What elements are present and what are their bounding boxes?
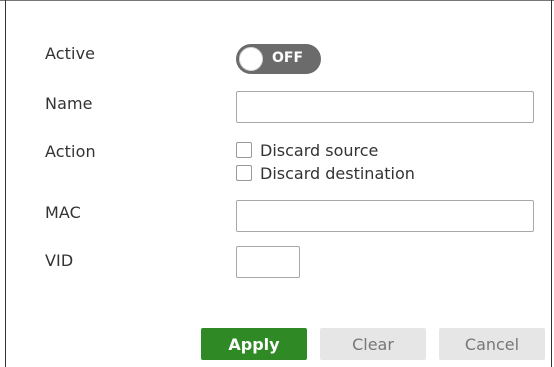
top-border xyxy=(0,0,554,1)
static-mac-forwarding-form: Active OFF Name Action Discard source Di… xyxy=(0,0,554,367)
action-label: Action xyxy=(45,142,96,161)
discard-destination-label: Discard destination xyxy=(260,163,415,183)
discard-source-label: Discard source xyxy=(260,140,379,160)
apply-button[interactable]: Apply xyxy=(201,328,307,360)
discard-source-checkbox[interactable] xyxy=(236,142,252,158)
active-label: Active xyxy=(45,44,96,63)
toggle-knob xyxy=(239,47,263,71)
clear-button[interactable]: Clear xyxy=(320,328,426,360)
name-input[interactable] xyxy=(236,91,534,123)
discard-destination-option[interactable]: Discard destination xyxy=(236,163,415,183)
right-border xyxy=(551,0,552,367)
mac-input[interactable] xyxy=(236,200,534,232)
name-label: Name xyxy=(45,94,93,113)
mac-label: MAC xyxy=(45,203,81,222)
toggle-state-text: OFF xyxy=(272,50,304,66)
left-border xyxy=(5,0,6,367)
vid-label: VID xyxy=(45,251,74,270)
vid-input[interactable] xyxy=(236,246,300,278)
active-toggle[interactable]: OFF xyxy=(236,44,321,74)
discard-source-option[interactable]: Discard source xyxy=(236,140,378,160)
cancel-button[interactable]: Cancel xyxy=(439,328,545,360)
discard-destination-checkbox[interactable] xyxy=(236,165,252,181)
